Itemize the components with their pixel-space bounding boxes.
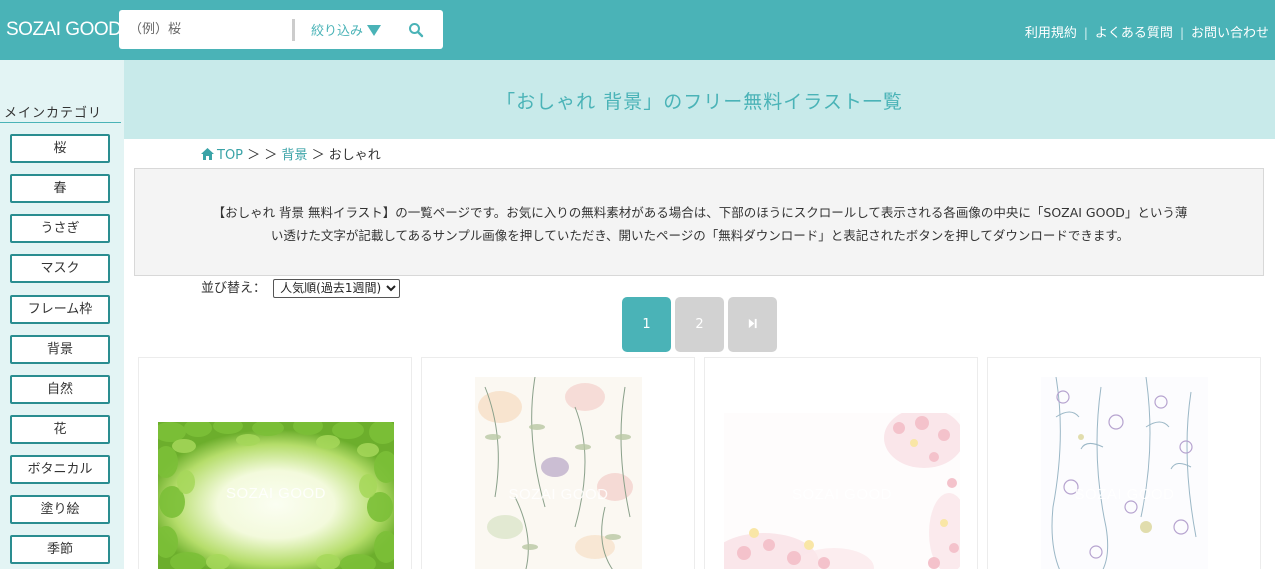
- terms-link[interactable]: 利用規約: [1025, 26, 1077, 41]
- card-thumbnail: SOZAI GOOD: [475, 377, 642, 569]
- breadcrumb-home[interactable]: TOP: [201, 148, 243, 163]
- search-icon[interactable]: [408, 22, 424, 38]
- description-text: 【おしゃれ 背景 無料イラスト】の一覧ページです。お気に入りの無料素材がある場合…: [155, 201, 1245, 247]
- page-banner: 「おしゃれ 背景」のフリー無料イラスト一覧: [124, 60, 1275, 139]
- sort-control: 並び替え： 人気順(過去1週間): [201, 277, 401, 298]
- faq-link[interactable]: よくある質問: [1095, 26, 1173, 41]
- line-flower-pattern-image: [1051, 377, 1197, 569]
- sort-select[interactable]: 人気順(過去1週間): [273, 278, 401, 298]
- home-icon: [201, 148, 214, 160]
- breadcrumb-separator: ＞: [311, 148, 325, 163]
- breadcrumb-category[interactable]: 背景: [281, 148, 307, 163]
- sidebar-item-flower[interactable]: 花: [10, 415, 110, 444]
- search-box: 絞り込み: [119, 10, 443, 49]
- description-line: い透けた文字が記載してあるサンプル画像を押していただき、開いたページの「無料ダウ…: [270, 228, 1130, 243]
- description-box: 【おしゃれ 背景 無料イラスト】の一覧ページです。お気に入りの無料素材がある場合…: [134, 168, 1264, 276]
- sidebar-divider: [0, 122, 121, 123]
- description-line: 【おしゃれ 背景 無料イラスト】の一覧ページです。お気に入りの無料素材がある場合…: [212, 205, 1188, 220]
- page-button-2[interactable]: 2: [675, 297, 724, 352]
- sidebar-item-frame[interactable]: フレーム枠: [10, 295, 110, 324]
- card-thumbnail: SOZAI GOOD: [724, 413, 960, 569]
- card-watermark: SOZAI GOOD: [791, 486, 892, 503]
- sidebar-item-sakura[interactable]: 桜: [10, 134, 110, 163]
- site-header: SOZAI GOOD 絞り込み 利用規約 | よくある質問 | お問い合わせ: [0, 0, 1275, 60]
- last-page-icon: [748, 318, 757, 329]
- sidebar-item-background[interactable]: 背景: [10, 335, 110, 364]
- sort-label: 並び替え：: [201, 281, 267, 296]
- botanical-pattern-image: [478, 377, 633, 569]
- last-page-button[interactable]: [728, 297, 777, 352]
- page-button-1[interactable]: 1: [622, 297, 671, 352]
- sidebar-item-botanical[interactable]: ボタニカル: [10, 455, 110, 484]
- card-watermark: SOZAI GOOD: [225, 485, 326, 502]
- filter-label: 絞り込み: [311, 24, 364, 39]
- sidebar-item-coloring[interactable]: 塗り絵: [10, 495, 110, 524]
- top-links: 利用規約 | よくある質問 | お問い合わせ: [1025, 22, 1269, 41]
- page-title: 「おしゃれ 背景」のフリー無料イラスト一覧: [496, 91, 903, 113]
- sidebar-item-nature[interactable]: 自然: [10, 375, 110, 404]
- caret-down-icon: [367, 25, 382, 36]
- breadcrumb-home-label: TOP: [217, 148, 244, 163]
- search-divider: [292, 19, 295, 41]
- link-separator: |: [1179, 26, 1184, 40]
- breadcrumb: TOP ＞ ＞ 背景 ＞ おしゃれ: [201, 144, 381, 163]
- breadcrumb-separator: ＞ ＞: [247, 148, 278, 163]
- sidebar-title: メインカテゴリ: [4, 106, 103, 121]
- card-thumbnail: SOZAI GOOD: [1041, 377, 1208, 569]
- illustration-card[interactable]: SOZAI GOOD: [704, 357, 978, 569]
- link-separator: |: [1083, 26, 1088, 40]
- search-input[interactable]: [129, 17, 289, 42]
- contact-link[interactable]: お問い合わせ: [1191, 26, 1269, 41]
- sidebar-item-spring[interactable]: 春: [10, 174, 110, 203]
- illustration-card[interactable]: SOZAI GOOD: [987, 357, 1261, 569]
- filter-dropdown-button[interactable]: 絞り込み: [311, 20, 382, 39]
- card-thumbnail: SOZAI GOOD: [158, 422, 394, 569]
- sidebar-item-season[interactable]: 季節: [10, 535, 110, 564]
- breadcrumb-current: おしゃれ: [328, 148, 381, 163]
- illustration-card[interactable]: SOZAI GOOD: [138, 357, 412, 569]
- illustration-card[interactable]: SOZAI GOOD: [421, 357, 695, 569]
- site-logo[interactable]: SOZAI GOOD: [6, 19, 122, 41]
- sidebar-item-mask[interactable]: マスク: [10, 254, 110, 283]
- sidebar: メインカテゴリ 桜 春 うさぎ マスク フレーム枠 背景 自然 花 ボタニカル …: [0, 60, 124, 569]
- card-watermark: SOZAI GOOD: [1074, 486, 1175, 503]
- sidebar-item-rabbit[interactable]: うさぎ: [10, 214, 110, 243]
- card-watermark: SOZAI GOOD: [508, 486, 609, 503]
